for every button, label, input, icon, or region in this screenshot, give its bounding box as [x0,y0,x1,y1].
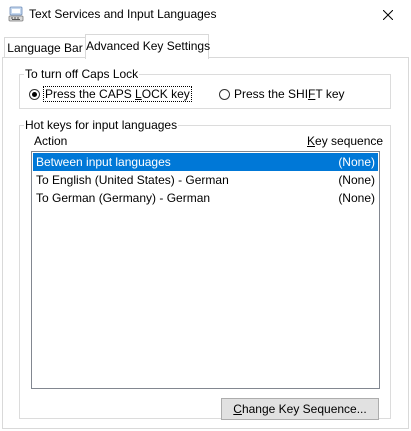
shift-radio-label: Press the SHIFT key [234,87,345,101]
list-item[interactable]: Between input languages (None) [33,153,378,171]
tab-strip: Language Bar Advanced Key Settings [0,34,411,59]
close-button[interactable] [365,0,411,30]
caps-lock-radio-label: Press the CAPS LOCK key [43,86,192,102]
row-action: To German (Germany) - German [36,191,211,205]
row-sequence: (None) [338,155,375,169]
list-item[interactable]: To English (United States) - German (Non… [33,171,378,189]
tab-label: Advanced Key Settings [86,39,211,53]
hotkeys-group-label: Hot keys for input languages [25,118,178,132]
row-action: To English (United States) - German [36,173,229,187]
tab-advanced-key-settings[interactable]: Advanced Key Settings [85,34,211,59]
change-key-sequence-button[interactable]: Change Key Sequence... [221,398,379,420]
button-label: Change Key Sequence... [233,402,367,416]
keyboard-app-icon [8,6,24,22]
radio-button-selected[interactable] [29,88,40,100]
caps-lock-radio[interactable]: Press the CAPS LOCK key [29,86,192,102]
caps-lock-group-label: To turn off Caps Lock [25,67,139,81]
window-title: Text Services and Input Languages [29,7,217,21]
column-header-key-sequence: Key sequence [307,134,384,148]
tab-language-bar[interactable]: Language Bar [4,37,86,57]
shift-radio[interactable]: Press the SHIFT key [219,87,345,101]
radio-button-unselected[interactable] [219,88,230,100]
hotkeys-listbox[interactable]: Between input languages (None) To Englis… [31,151,380,389]
tab-label: Language Bar [7,41,83,55]
list-item[interactable]: To German (Germany) - German (None) [33,189,378,207]
title-bar: Text Services and Input Languages [0,0,411,30]
row-sequence: (None) [338,173,375,187]
row-sequence: (None) [338,191,375,205]
row-action: Between input languages [36,155,171,169]
close-icon [383,10,393,20]
column-header-action: Action [34,134,68,148]
